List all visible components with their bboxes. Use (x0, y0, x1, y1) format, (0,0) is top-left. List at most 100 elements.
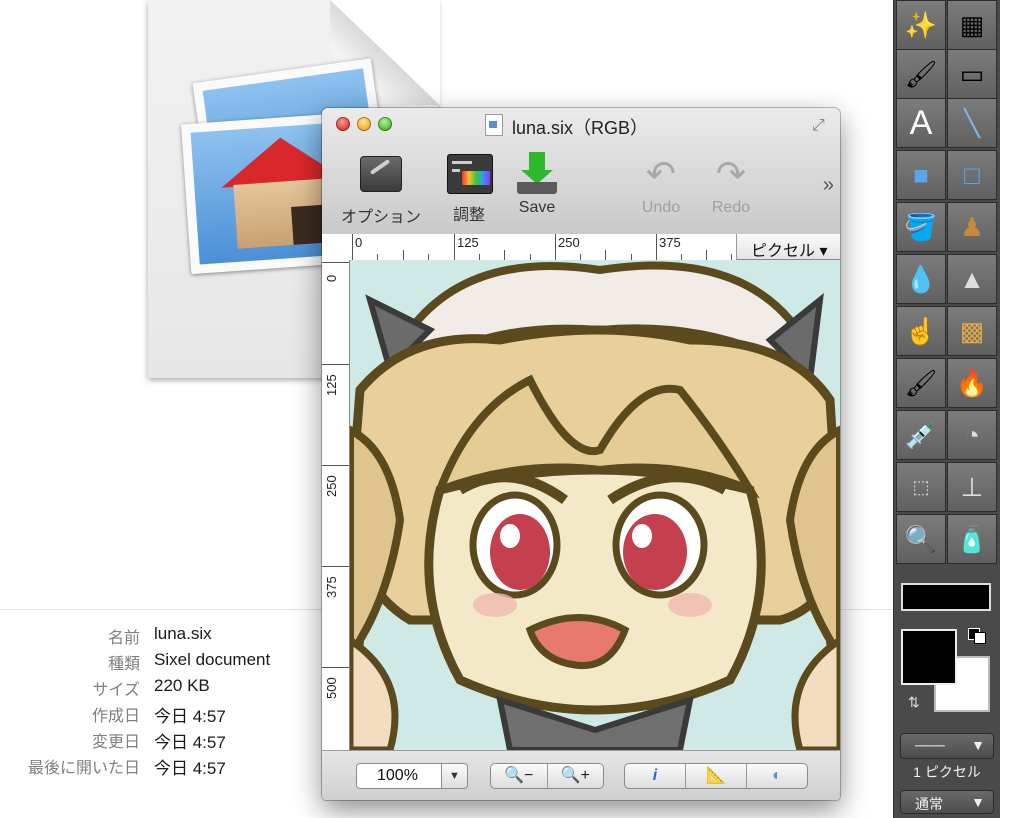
eraser-icon: ▭ (959, 58, 985, 89)
blend-mode-popup[interactable]: 通常 ▼ (900, 790, 994, 814)
info-row-kind: 種類 Sixel document (107, 650, 271, 673)
reset-colors-button[interactable] (968, 628, 986, 644)
water-drop-icon: 💧 (904, 263, 938, 294)
burn-tool[interactable]: 🔥 (947, 358, 997, 408)
marquee-icon: ⬚ (912, 476, 930, 497)
color-wheel-icon: ◐ (772, 767, 782, 784)
ruler-h-label: 375 (659, 235, 681, 250)
sponge-tool[interactable]: ▩ (947, 306, 997, 356)
ruler-h-label: 250 (558, 235, 580, 250)
toolbar-overflow-button[interactable]: » (823, 174, 834, 197)
info-row-created: 作成日 今日 4:57 (91, 707, 226, 726)
brush-style-popup[interactable]: ─── ▼ (900, 733, 994, 759)
ruler-v-label: 500 (324, 677, 339, 699)
zoom-dropdown[interactable]: ▼ (442, 763, 468, 789)
text-a-icon: A (909, 103, 933, 142)
document-proxy-icon[interactable] (485, 114, 503, 136)
redo-arrow-icon: ↷ (715, 153, 747, 194)
swap-colors-icon[interactable]: ⇅ (908, 694, 920, 711)
sponge-icon: ▩ (959, 315, 985, 346)
ruler-icon: 📐 (706, 767, 726, 784)
rectangle-icon: □ (964, 159, 980, 190)
download-arrow-icon (515, 152, 559, 196)
ruler-h-label: 125 (457, 235, 479, 250)
filled-rectangle-icon: ■ (913, 159, 929, 190)
measure-tool[interactable]: ⊥ (947, 462, 997, 512)
ruler-v-label: 0 (324, 274, 339, 282)
minimize-button[interactable] (357, 117, 371, 131)
glue-tool[interactable]: 🧴 (947, 514, 997, 564)
info-row-modified: 変更日 今日 4:57 (91, 733, 226, 752)
zoom-in-button[interactable]: 🔍+ (546, 764, 604, 788)
dodge-brush-icon: 🖌 (904, 367, 938, 398)
zoom-out-button[interactable]: 🔍− (491, 764, 547, 788)
artwork-image (350, 260, 840, 750)
titlebar: luna.six（RGB） ⤢ オプション 調整 Save ↶ Undo ↷ R… (322, 108, 840, 235)
magnifier-icon: 🔍 (904, 523, 938, 554)
ruler-v-label: 125 (324, 374, 339, 396)
status-bar: 100% ▼ 🔍− 🔍+ i 📐 ◐ (322, 750, 840, 800)
line-tool[interactable]: ╲ (947, 98, 997, 148)
sharpen-tool[interactable]: ▲ (947, 254, 997, 304)
stamp-icon: ♟ (960, 211, 984, 242)
adjust-button[interactable]: 調整 (440, 152, 498, 225)
color-replace-tool[interactable]: ◔ (947, 410, 997, 460)
current-color-well[interactable] (901, 583, 991, 611)
ruler-h-label: 0 (355, 235, 363, 250)
options-button[interactable]: オプション (336, 152, 426, 227)
smudge-tool[interactable]: ☝ (896, 306, 946, 356)
close-button[interactable] (336, 117, 350, 131)
undo-button[interactable]: ↶ Undo (634, 152, 688, 217)
zoom-button[interactable] (378, 117, 392, 131)
ruler-unit-popup[interactable]: ピクセル ▾ (736, 234, 840, 260)
file-info: 名前 luna.six 種類 Sixel document サイズ 220 KB 作成… (0, 622, 320, 778)
zoom-segmented-control: 🔍− 🔍+ (490, 763, 604, 789)
magic-wand-tool[interactable]: ✨ (896, 0, 946, 50)
paint-can-icon: 🪣 (904, 211, 938, 242)
image-canvas[interactable] (350, 260, 840, 750)
eyedropper-tool[interactable]: 💉 (896, 410, 946, 460)
glue-tube-icon: 🧴 (955, 523, 989, 554)
info-row-size: サイズ 220 KB (92, 676, 210, 699)
eraser-tool[interactable]: ▭ (947, 49, 997, 99)
rect-tool[interactable]: □ (947, 150, 997, 200)
zoom-field[interactable]: 100% (356, 763, 442, 789)
brush-tool[interactable]: 🖌 (896, 49, 946, 99)
filled-rect-tool[interactable]: ■ (896, 150, 946, 200)
info-icon: i (652, 767, 658, 784)
window-title: luna.six（RGB） (512, 118, 649, 138)
info-row-name: 名前 luna.six (107, 624, 212, 647)
flame-icon: 🔥 (955, 367, 989, 398)
histogram-icon (447, 154, 493, 194)
finger-icon: ☝ (904, 315, 938, 346)
zoom-tool[interactable]: 🔍 (896, 514, 946, 564)
info-row-last-opened: 最後に開いた日 今日 4:57 (27, 759, 226, 778)
zoom-in-icon: 🔍 (560, 767, 581, 784)
redo-button[interactable]: ↷ Redo (704, 152, 758, 217)
foreground-color-swatch[interactable] (901, 629, 957, 685)
paint-bucket-tool[interactable]: 🪣 (896, 202, 946, 252)
ruler-v-label: 250 (324, 475, 339, 497)
fullscreen-icon[interactable]: ⤢ (812, 117, 830, 135)
undo-arrow-icon: ↶ (645, 153, 677, 194)
image-window: luna.six（RGB） ⤢ オプション 調整 Save ↶ Undo ↷ R… (322, 108, 840, 800)
stamp-tool[interactable]: ♟ (947, 202, 997, 252)
ruler-button[interactable]: 📐 (685, 764, 746, 788)
view-segmented-control: i 📐 ◐ (624, 763, 808, 789)
info-button[interactable]: i (625, 764, 685, 788)
transparency-tool[interactable]: ▦ (947, 0, 997, 50)
blur-tool[interactable]: 💧 (896, 254, 946, 304)
vertical-ruler: 0 125 250 375 500 (322, 260, 350, 750)
brush-size-label: 1 ピクセル (913, 764, 981, 780)
caliper-icon: ⊥ (960, 471, 984, 502)
brush-icon: 🖌 (904, 58, 938, 89)
dodge-tool[interactable]: 🖌 (896, 358, 946, 408)
cone-icon: ▲ (959, 263, 985, 294)
save-button[interactable]: Save (510, 152, 564, 217)
checkerboard-icon: ▦ (959, 9, 985, 40)
ruler-corner (322, 234, 351, 261)
text-tool[interactable]: A (896, 98, 946, 148)
color-button[interactable]: ◐ (746, 764, 807, 788)
selection-tool[interactable]: ⬚ (896, 462, 946, 512)
line-icon: ╲ (964, 107, 980, 138)
